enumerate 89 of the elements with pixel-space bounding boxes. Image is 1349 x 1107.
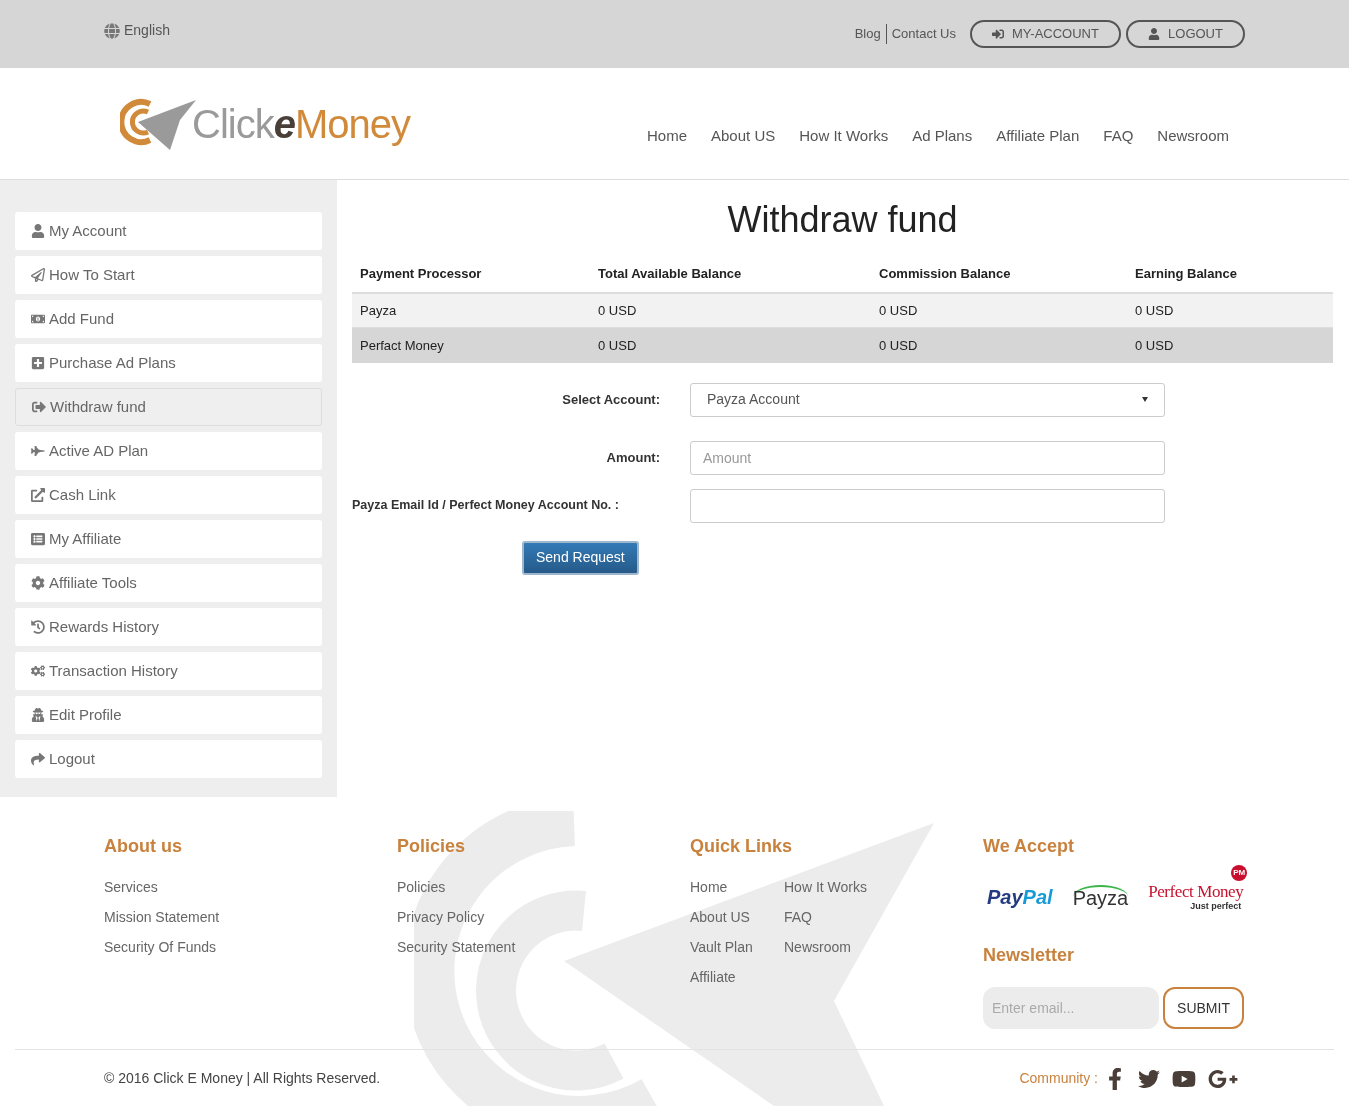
payza-logo: Payza [1072,885,1129,909]
sidebar-item[interactable]: Affiliate Tools [15,564,322,602]
external-link-icon [31,488,45,502]
amount-field[interactable]: Amount [690,440,1165,475]
footer-heading: About us [104,835,183,858]
nav-link[interactable]: Ad Plans [912,125,973,148]
footer-link[interactable]: Newsroom [784,938,983,957]
copyright-text: © 2016 Click E Money | All Rights Reserved. [104,1069,381,1088]
perfect-money-logo: Perfect Money [1148,883,1244,901]
send-request-button[interactable]: Send Request [522,540,639,575]
footer-link[interactable]: Affiliate [690,968,784,987]
table-cell: 0 USD [590,292,871,328]
field-label: Amount: [605,448,661,467]
sidebar-item[interactable]: My Account [15,212,322,250]
sidebar-item[interactable]: Purchase Ad Plans [15,344,322,382]
footer-link[interactable]: Vault Plan [690,938,784,957]
field-label: Payza Email Id / Perfect Money Account No. : [352,497,620,515]
nav-link[interactable]: FAQ [1103,125,1134,148]
table-cell: 0 USD [590,327,871,363]
paypal-logo: PayPal [987,885,1053,910]
footer-heading: Quick Links [690,835,794,858]
banknote-icon [31,312,45,326]
account-select[interactable]: Payza Account [690,382,1165,417]
table-cell: 0 USD [871,292,1127,328]
column-header: Payment Processor [352,256,590,293]
footer-link[interactable]: Mission Statement [104,908,397,927]
top-link[interactable]: Contact Us [885,24,961,44]
page-title: Withdraw fund [726,198,959,242]
table-cell: Perfact Money [352,327,590,363]
footer-link[interactable]: Home [690,878,784,897]
table-cell: 0 USD [871,327,1127,363]
sidebar-item[interactable]: My Affiliate [15,520,322,558]
history-icon [31,620,45,634]
logo-text: ClickeMoney [192,103,410,144]
account-button[interactable]: LOGOUT [1126,20,1245,48]
submit-button[interactable]: SUBMIT [1163,987,1244,1029]
table-cell: Payza [352,292,590,328]
field-label: Select Account: [561,390,661,409]
account-button[interactable]: MY-ACCOUNT [970,20,1121,48]
sidebar-item[interactable]: Withdraw fund [15,388,322,426]
dropdown-caret-icon [1142,397,1148,402]
footer-link[interactable]: Services [104,878,397,897]
footer-heading: Policies [397,835,467,858]
logo-tagline: Just perfect [1190,901,1242,911]
share-arrow-icon [31,752,45,766]
nav-link[interactable]: How It Works [799,125,889,148]
user-secret-icon [31,708,45,722]
footer-link[interactable]: About US [690,908,784,927]
user-icon [1148,28,1161,40]
paper-plane-icon [31,268,45,282]
column-header: Earning Balance [1127,256,1333,293]
gear-icon [31,576,45,590]
sidebar-item[interactable]: Edit Profile [15,696,322,734]
list-icon [31,532,45,546]
community-label: Community : [1019,1069,1098,1088]
footer-link[interactable]: Security Statement [397,938,690,957]
column-header: Total Available Balance [590,256,871,293]
user-icon [31,224,45,238]
gears-icon [31,664,45,678]
sidebar-item[interactable]: How To Start [15,256,322,294]
sidebar-item[interactable]: Cash Link [15,476,322,514]
email-field[interactable]: Enter email... [983,987,1159,1029]
globe-icon [104,22,120,39]
footer-heading: We Accept [983,835,1076,858]
sign-in-icon [992,28,1005,40]
sidebar-item[interactable]: Logout [15,740,322,778]
footer-heading: Newsletter [983,944,1076,967]
table-cell: 0 USD [1127,327,1333,363]
footer-link[interactable]: How It Works [784,878,983,897]
footer-link[interactable]: Policies [397,878,690,897]
jet-icon [31,444,45,458]
sidebar-item[interactable]: Add Fund [15,300,322,338]
footer-link[interactable]: Privacy Policy [397,908,690,927]
nav-link[interactable]: Newsroom [1157,125,1229,148]
twitter-icon[interactable] [1138,1067,1160,1090]
nav-link[interactable]: Affiliate Plan [996,125,1080,148]
sidebar-item[interactable]: Rewards History [15,608,322,646]
footer-link[interactable]: FAQ [784,908,983,927]
sidebar-item[interactable]: Active AD Plan [15,432,322,470]
exit-arrow-icon [32,400,46,414]
table-cell: 0 USD [1127,292,1333,328]
footer-link[interactable]: Security Of Funds [104,938,397,957]
nav-link[interactable]: About US [711,125,776,148]
language-selector[interactable]: English [124,20,170,41]
nav-link[interactable]: Home [647,125,687,148]
sidebar-item[interactable]: Transaction History [15,652,322,690]
column-header: Commission Balance [871,256,1127,293]
top-link[interactable]: Blog [849,24,886,44]
logo-badge: PM [1231,865,1248,881]
